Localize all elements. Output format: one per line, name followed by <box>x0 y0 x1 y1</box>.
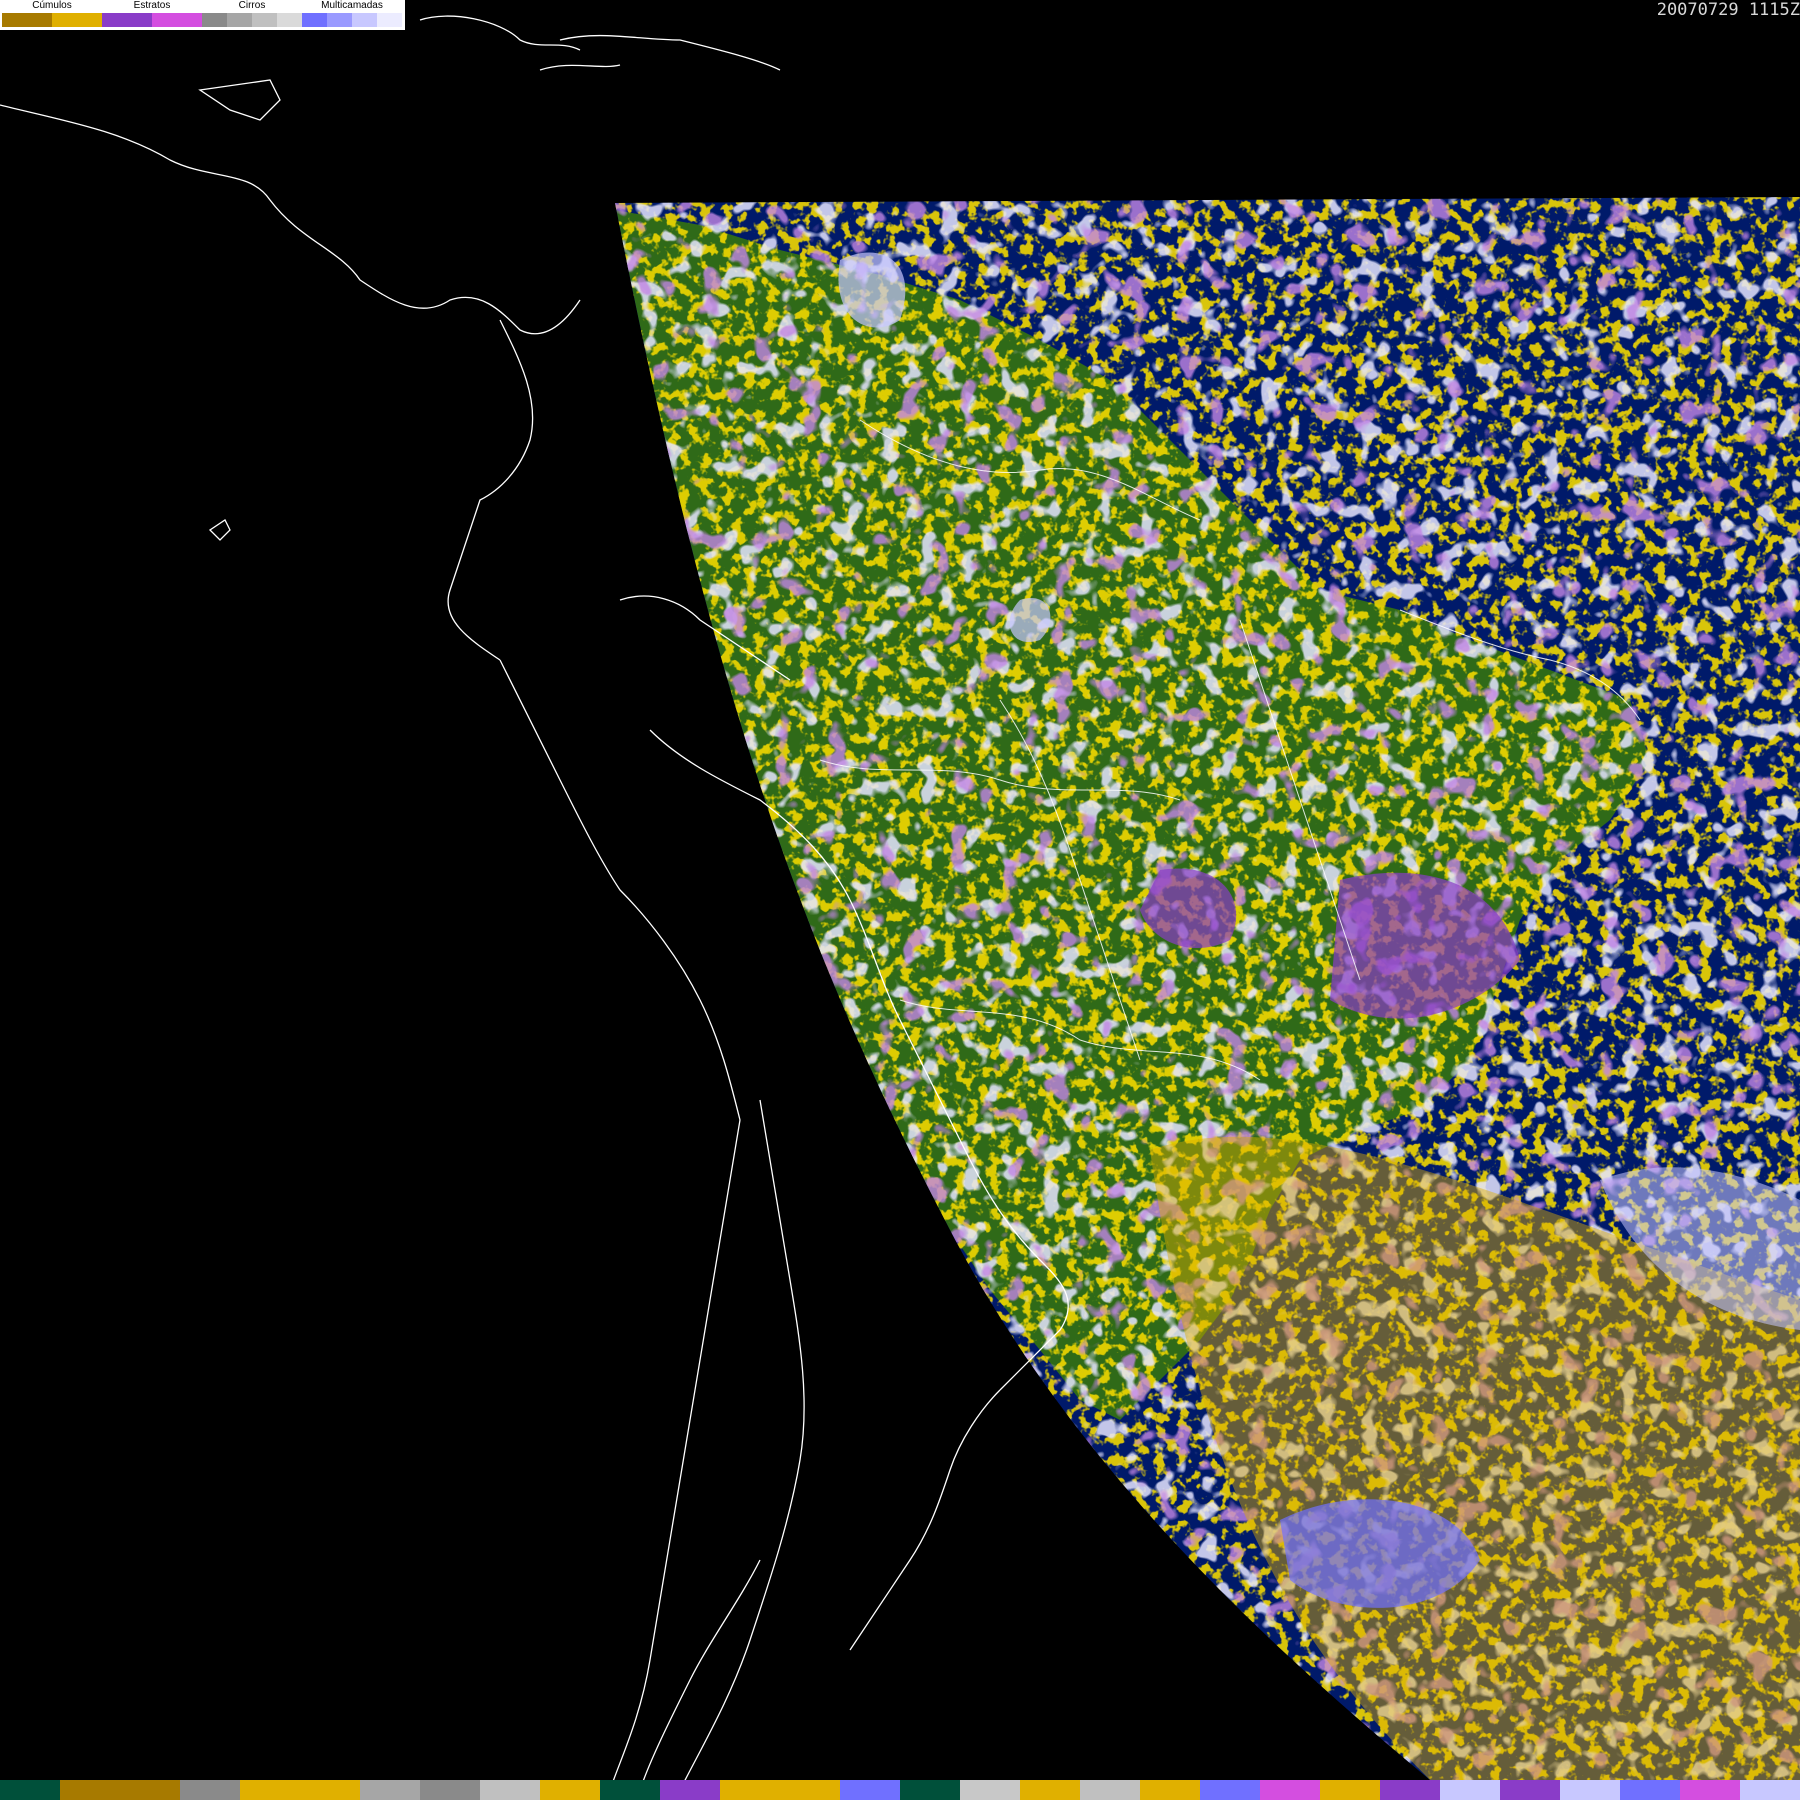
color-bar-segment <box>300 1780 360 1800</box>
legend-label-cumulos: Cúmulos <box>32 0 72 11</box>
color-bar-segment <box>780 1780 840 1800</box>
color-bar-segment <box>540 1780 600 1800</box>
color-bar-segment <box>660 1780 720 1800</box>
legend-label-multicamadas: Multicamadas <box>321 0 383 11</box>
color-bar-segment <box>1320 1780 1380 1800</box>
color-bar-segment <box>900 1780 960 1800</box>
color-bar-segment <box>180 1780 240 1800</box>
color-bar-segment <box>840 1780 900 1800</box>
color-bar-segment <box>1380 1780 1440 1800</box>
color-bar-segment <box>1500 1780 1560 1800</box>
satellite-cloud-map <box>0 15 1800 1791</box>
color-bar-segment <box>1740 1780 1800 1800</box>
color-bar-segment <box>360 1780 420 1800</box>
legend-swatch <box>352 13 377 27</box>
legend-label-estratos: Estratos <box>133 0 171 11</box>
legend-swatch <box>302 13 327 27</box>
color-bar-segment <box>1080 1780 1140 1800</box>
color-bar-segment <box>600 1780 660 1800</box>
color-bar-segment <box>720 1780 780 1800</box>
legend-swatch <box>377 13 402 27</box>
legend-swatch <box>52 13 102 27</box>
color-bar-segment <box>1260 1780 1320 1800</box>
color-bar-segment <box>1020 1780 1080 1800</box>
color-bar-segment <box>480 1780 540 1800</box>
legend-swatch <box>2 13 52 27</box>
earth-disk <box>615 197 1800 1780</box>
image-timestamp: 20070729 1115Z <box>1656 0 1800 20</box>
legend-swatch <box>252 13 277 27</box>
bottom-color-bar <box>0 1780 1800 1800</box>
color-bar-segment <box>420 1780 480 1800</box>
legend-swatch <box>102 13 152 27</box>
color-bar-segment <box>1140 1780 1200 1800</box>
color-bar-segment <box>1680 1780 1740 1800</box>
legend-label-cirros: Cirros <box>238 0 266 11</box>
cloud-type-legend: Cúmulos Estratos Cirros Multicamadas <box>0 0 405 30</box>
legend-swatch <box>152 13 202 27</box>
color-bar-segment <box>0 1780 60 1800</box>
color-bar-segment <box>1200 1780 1260 1800</box>
color-bar-segment <box>960 1780 1020 1800</box>
color-bar-segment <box>1440 1780 1500 1800</box>
color-bar-segment <box>1560 1780 1620 1800</box>
color-bar-segment <box>120 1780 180 1800</box>
legend-swatch <box>277 13 302 27</box>
legend-swatch <box>227 13 252 27</box>
legend-swatches <box>2 13 402 27</box>
legend-swatch <box>327 13 352 27</box>
legend-swatch <box>202 13 227 27</box>
color-bar-segment <box>1620 1780 1680 1800</box>
color-bar-segment <box>240 1780 300 1800</box>
color-bar-segment <box>60 1780 120 1800</box>
